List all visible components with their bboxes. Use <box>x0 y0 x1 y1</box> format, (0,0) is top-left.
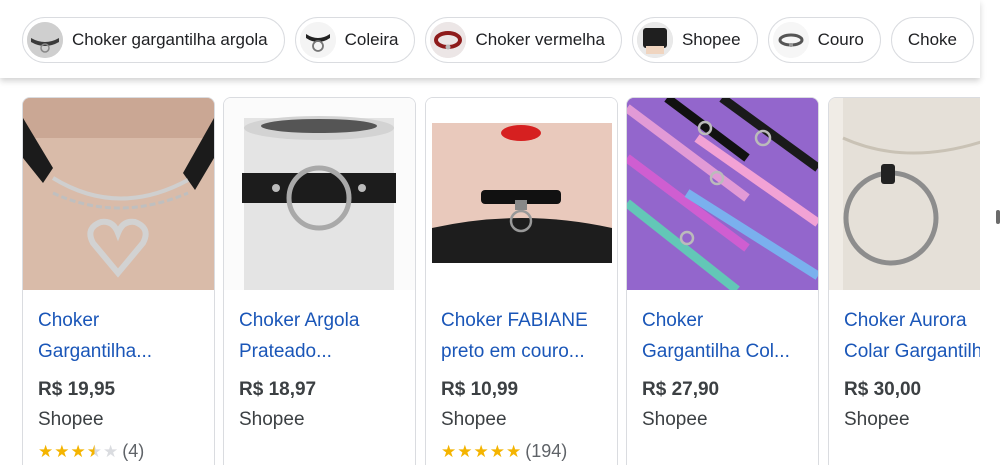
product-store: Shopee <box>38 409 104 430</box>
star-icon: ★ <box>489 441 505 461</box>
chip-list: Choker gargantilha argola Coleira Choker… <box>22 17 975 63</box>
product-title-line: Prateado... <box>239 341 332 362</box>
product-card[interactable]: Choker Argola Prateado... R$ 18,97 Shope… <box>223 97 416 465</box>
product-carousel: Choker Gargantilha... R$ 19,95 Shopee ★ … <box>22 97 980 465</box>
chip-coleira[interactable]: Coleira <box>294 17 416 63</box>
chip-label: Choker gargantilha argola <box>72 30 268 49</box>
product-title[interactable]: Choker Argola Prateado... <box>239 305 409 367</box>
star-icon: ★ <box>54 441 70 461</box>
product-image[interactable] <box>829 98 980 290</box>
review-count: (4) <box>122 441 145 461</box>
chip-thumbnail <box>299 22 336 58</box>
product-store: Shopee <box>239 409 305 430</box>
product-card[interactable]: Choker FABIANE preto em couro... R$ 10,9… <box>425 97 618 465</box>
star-icon: ★ <box>441 441 457 461</box>
product-image[interactable] <box>426 98 617 290</box>
product-store: Shopee <box>844 409 910 430</box>
product-title[interactable]: Choker Aurora Colar Gargantilh <box>844 305 980 367</box>
product-price: R$ 18,97 <box>239 379 317 400</box>
chip-label: Choke <box>907 30 958 49</box>
product-title-line: Choker Aurora <box>844 310 967 331</box>
product-image[interactable] <box>23 98 214 290</box>
product-image[interactable] <box>224 98 415 290</box>
product-title[interactable]: Choker Gargantilha... <box>38 305 208 367</box>
half-star-icon: ★ <box>86 441 102 461</box>
product-rating: ★ ★ ★ ★ ★ (4) <box>38 441 144 462</box>
chip-thumbnail <box>636 22 673 58</box>
review-count: (194) <box>525 441 568 461</box>
product-price: R$ 30,00 <box>844 379 922 400</box>
product-title[interactable]: Choker Gargantilha Col... <box>642 305 812 367</box>
chip-choker-gargantilha-argola[interactable]: Choker gargantilha argola <box>22 17 285 63</box>
product-price: R$ 10,99 <box>441 379 519 400</box>
chip-couro[interactable]: Couro <box>767 17 881 63</box>
product-title-line: Choker Argola <box>239 310 360 331</box>
chip-label: Couro <box>817 30 864 49</box>
chip-label: Shopee <box>681 30 741 49</box>
star-icon: ★ <box>506 441 522 461</box>
product-price: R$ 27,90 <box>642 379 720 400</box>
star-icon: ★ <box>38 441 54 461</box>
chip-shopee[interactable]: Shopee <box>631 17 758 63</box>
filter-chip-bar: Choker gargantilha argola Coleira Choker… <box>0 0 980 78</box>
product-price: R$ 19,95 <box>38 379 116 400</box>
product-image[interactable] <box>627 98 818 290</box>
chip-choke[interactable]: Choke <box>890 17 975 63</box>
product-title-line: Choker <box>642 310 704 331</box>
empty-star-icon: ★ <box>103 441 119 461</box>
scroll-edge-indicator <box>996 210 1000 224</box>
star-icon: ★ <box>70 441 86 461</box>
product-title-line: Gargantilha... <box>38 341 153 362</box>
product-card[interactable]: Choker Gargantilha Col... R$ 27,90 Shope… <box>626 97 819 465</box>
product-card[interactable]: Choker Gargantilha... R$ 19,95 Shopee ★ … <box>22 97 215 465</box>
product-title-line: Choker FABIANE <box>441 310 588 331</box>
product-store: Shopee <box>441 409 507 430</box>
right-gutter <box>980 0 1000 465</box>
star-icon: ★ <box>457 441 473 461</box>
chip-choker-vermelha[interactable]: Choker vermelha <box>425 17 622 63</box>
product-title-line: Choker <box>38 310 100 331</box>
product-rating: ★ ★ ★ ★ ★ (194) <box>441 441 567 462</box>
product-title-line: preto em couro... <box>441 341 585 362</box>
chip-thumbnail <box>772 22 809 58</box>
product-title-line: Colar Gargantilh <box>844 341 980 362</box>
star-icon: ★ <box>473 441 489 461</box>
chip-thumbnail <box>430 22 467 58</box>
product-title-line: Gargantilha Col... <box>642 341 790 362</box>
product-card[interactable]: Choker Aurora Colar Gargantilh R$ 30,00 … <box>828 97 980 465</box>
product-title[interactable]: Choker FABIANE preto em couro... <box>441 305 611 367</box>
product-store: Shopee <box>642 409 708 430</box>
chip-label: Coleira <box>344 30 399 49</box>
chip-label: Choker vermelha <box>475 30 605 49</box>
chip-thumbnail <box>27 22 63 58</box>
